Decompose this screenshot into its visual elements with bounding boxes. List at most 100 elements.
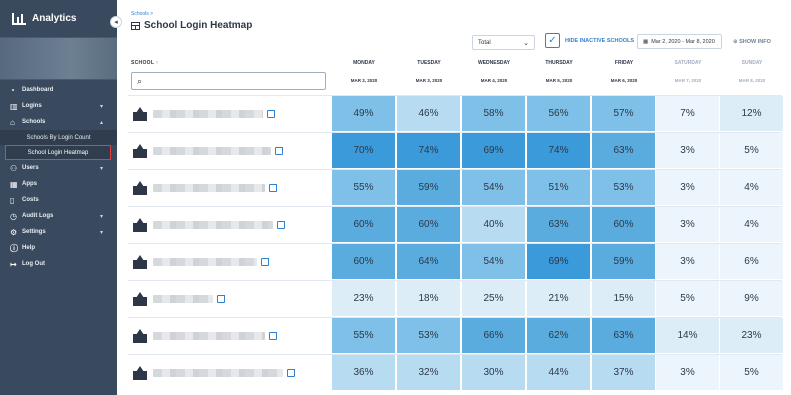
heatmap-cell[interactable]: 18% [397, 281, 460, 316]
heatmap-cell[interactable]: 5% [720, 355, 783, 390]
heatmap-cell[interactable]: 63% [592, 318, 655, 353]
users-icon: ⚇ [10, 163, 18, 173]
heatmap-cell[interactable]: 54% [462, 244, 525, 279]
school-column-header[interactable]: SCHOOL ↑ [131, 60, 159, 66]
heatmap-cell[interactable]: 44% [527, 355, 590, 390]
sidebar-item-users[interactable]: ⚇ Users ▾ [0, 160, 117, 176]
sidebar-item-logins[interactable]: ▥ Logins ▾ [0, 98, 117, 114]
day-date-sunday: MAR 8, 2020 [738, 78, 766, 83]
heatmap-cell[interactable]: 3% [656, 133, 719, 168]
heatmap-cell[interactable]: 12% [720, 96, 783, 131]
heatmap-cell[interactable]: 9% [720, 281, 783, 316]
external-link-icon[interactable] [267, 110, 275, 118]
date-range-picker[interactable]: ▦ Mar 2, 2020 - Mar 8, 2020 [637, 34, 722, 49]
heatmap-cell[interactable]: 60% [332, 244, 395, 279]
heatmap-cell[interactable]: 55% [332, 318, 395, 353]
heatmap-cell[interactable]: 4% [720, 207, 783, 242]
heatmap-cell[interactable]: 25% [462, 281, 525, 316]
sidebar-item-label: Dashboard [22, 87, 54, 93]
external-link-icon[interactable] [261, 258, 269, 266]
heatmap-cell[interactable]: 21% [527, 281, 590, 316]
school-cell [131, 244, 269, 280]
heatmap-cell[interactable]: 54% [462, 170, 525, 205]
sidebar-item-help[interactable]: ⓘ Help [0, 240, 117, 256]
heatmap-cell[interactable]: 66% [462, 318, 525, 353]
heatmap-cell[interactable]: 63% [527, 207, 590, 242]
heatmap-cell[interactable]: 59% [592, 244, 655, 279]
external-link-icon[interactable] [217, 295, 225, 303]
hide-inactive-label[interactable]: HIDE INACTIVE SCHOOLS [565, 38, 634, 44]
metric-select[interactable]: Total ⌄ [472, 35, 535, 50]
day-header-sunday: SUNDAY [741, 60, 763, 66]
heatmap-cell[interactable]: 23% [332, 281, 395, 316]
sidebar-item-dashboard[interactable]: ◔ Dashboard [0, 82, 117, 98]
show-info-button[interactable]: ⊕ SHOW INFO [733, 39, 771, 45]
school-search-input[interactable]: ⌕ [131, 72, 326, 90]
heatmap-cell[interactable]: 70% [332, 133, 395, 168]
heatmap-cell[interactable]: 23% [720, 318, 783, 353]
heatmap-cell[interactable]: 56% [527, 96, 590, 131]
breadcrumb[interactable]: Schools > [131, 11, 153, 17]
heatmap-cell[interactable]: 51% [527, 170, 590, 205]
heatmap-cell[interactable]: 14% [656, 318, 719, 353]
heatmap-cell[interactable]: 37% [592, 355, 655, 390]
heatmap-cell[interactable]: 30% [462, 355, 525, 390]
heatmap-cell[interactable]: 3% [656, 355, 719, 390]
heatmap-cell[interactable]: 32% [397, 355, 460, 390]
heatmap-cell[interactable]: 74% [397, 133, 460, 168]
heatmap-cell[interactable]: 69% [527, 244, 590, 279]
heatmap-cell[interactable]: 59% [397, 170, 460, 205]
external-link-icon[interactable] [269, 184, 277, 192]
sidebar-item-log-out[interactable]: ↦ Log Out [0, 256, 117, 272]
school-cell [131, 318, 277, 354]
heatmap-cell[interactable]: 6% [720, 244, 783, 279]
external-link-icon[interactable] [277, 221, 285, 229]
external-link-icon[interactable] [269, 332, 277, 340]
heatmap-cell[interactable]: 69% [462, 133, 525, 168]
collapse-sidebar-icon[interactable]: ◂ [110, 16, 122, 28]
heatmap-cell[interactable]: 36% [332, 355, 395, 390]
sidebar-subitem-school-login-heatmap[interactable]: School Login Heatmap [5, 145, 111, 160]
heatmap-cell[interactable]: 3% [656, 207, 719, 242]
day-header-saturday: SATURDAY [674, 60, 702, 66]
heatmap-cell[interactable]: 57% [592, 96, 655, 131]
heatmap-cell[interactable]: 64% [397, 244, 460, 279]
heatmap-cell[interactable]: 15% [592, 281, 655, 316]
heatmap-cell[interactable]: 7% [656, 96, 719, 131]
heatmap-cell[interactable]: 62% [527, 318, 590, 353]
sidebar-item-apps[interactable]: ▦ Apps [0, 176, 117, 192]
heatmap-cell[interactable]: 55% [332, 170, 395, 205]
sidebar-item-audit-logs[interactable]: ◷ Audit Logs ▾ [0, 208, 117, 224]
metric-select-value: Total [478, 39, 491, 46]
heatmap-cell[interactable]: 46% [397, 96, 460, 131]
sidebar-item-settings[interactable]: ⚙ Settings ▾ [0, 224, 117, 240]
sidebar-item-schools[interactable]: ⌂ Schools ▴ [0, 114, 117, 130]
heatmap-cell[interactable]: 3% [656, 244, 719, 279]
heatmap-cell[interactable]: 74% [527, 133, 590, 168]
heatmap-cell[interactable]: 5% [656, 281, 719, 316]
heatmap-cell[interactable]: 60% [397, 207, 460, 242]
school-cell [131, 207, 285, 243]
redacted-school-name [153, 184, 265, 192]
heatmap-cell[interactable]: 49% [332, 96, 395, 131]
heatmap-cell[interactable]: 3% [656, 170, 719, 205]
heatmap-cell[interactable]: 60% [332, 207, 395, 242]
heatmap-cell[interactable]: 53% [592, 170, 655, 205]
sidebar-subitem-schools-by-login-count[interactable]: Schools By Login Count [0, 130, 117, 145]
heatmap-cell[interactable]: 4% [720, 170, 783, 205]
heatmap-cell[interactable]: 63% [592, 133, 655, 168]
heatmap-cell[interactable]: 40% [462, 207, 525, 242]
chevron-icon: ▾ [99, 213, 103, 220]
sidebar-item-costs[interactable]: ▯ Costs [0, 192, 117, 208]
sidebar-item-label: Schools [22, 119, 46, 125]
heatmap-cell[interactable]: 5% [720, 133, 783, 168]
hide-inactive-checkbox[interactable]: ✓ [545, 33, 560, 48]
external-link-icon[interactable] [275, 147, 283, 155]
heatmap-cell[interactable]: 60% [592, 207, 655, 242]
heatmap-cell[interactable]: 58% [462, 96, 525, 131]
day-header-tuesday: TUESDAY [417, 60, 441, 66]
analytics-logo-icon [12, 12, 26, 25]
external-link-icon[interactable] [287, 369, 295, 377]
heatmap-cell[interactable]: 53% [397, 318, 460, 353]
page-title: School Login Heatmap [131, 20, 252, 31]
